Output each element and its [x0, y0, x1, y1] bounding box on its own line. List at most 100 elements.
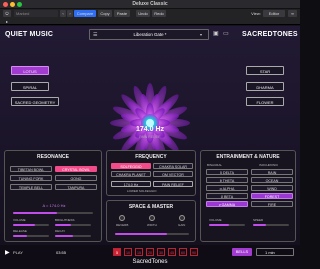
redo-button[interactable]: Redo [152, 10, 166, 17]
entrainment-title: ENTRAINMENT & NATURE [216, 154, 280, 160]
lower-solfeggio-label: LOWER SOLFEGGIO [127, 189, 157, 193]
hz-select[interactable]: 174.0 Hz [111, 181, 151, 187]
duration-5-button[interactable]: 5 [113, 248, 121, 256]
dharma-button[interactable]: DHARMA [246, 82, 284, 91]
ent-speed-slider[interactable] [253, 224, 289, 226]
master-slider[interactable] [115, 233, 189, 235]
preset-browser[interactable]: ☰ Liberation Gate * ▾ [89, 29, 209, 40]
side-chain-icon[interactable]: ▸ [3, 18, 11, 25]
ent-volume-label: VOLUME [209, 218, 222, 222]
power-button[interactable]: ⏻ [3, 10, 11, 17]
beta-button[interactable]: β BETA [206, 193, 248, 199]
decay-label: DECAY [55, 229, 66, 233]
compare-button[interactable]: Compare [74, 10, 96, 17]
duration-10-button[interactable]: 10 [124, 248, 132, 256]
decay-slider[interactable] [55, 235, 91, 237]
footer-bar: ▶ PLAY 03:55 5 10 15 20 30 45 60 90 BELL… [0, 245, 300, 269]
release-label: RELEASE [13, 229, 27, 233]
gain-label: GAIN [178, 223, 186, 227]
duration-15-button[interactable]: 15 [135, 248, 143, 256]
undo-button[interactable]: Undo [136, 10, 150, 17]
width-knob[interactable] [149, 215, 155, 221]
lotus-button[interactable]: LOTUS [11, 66, 49, 75]
ent-volume-slider[interactable] [209, 224, 245, 226]
save-icon[interactable]: ▣ [213, 30, 219, 37]
copy-button[interactable]: Copy [98, 10, 112, 17]
host-toolbar: ⏻ Marked ‹ › Compare Copy Paste Undo Red… [0, 9, 300, 25]
ent-speed-label: SPEED [253, 218, 264, 222]
ocean-button[interactable]: OCEAN [251, 177, 293, 183]
tuning-slider[interactable] [13, 212, 93, 214]
center-frequency: 174.0 Hz [135, 126, 165, 133]
sacred-geometry-button[interactable]: SACRED GEOMETRY [11, 97, 59, 106]
chakra-planet-button[interactable]: CHAKRA PLANET [111, 171, 151, 177]
reverb-label: REVERB [116, 223, 129, 227]
folder-icon[interactable]: ▭ [223, 30, 229, 37]
reverb-knob[interactable] [119, 215, 125, 221]
fire-button[interactable]: FIRE [251, 201, 293, 207]
chevron-down-icon[interactable]: ▾ [200, 32, 202, 37]
play-label[interactable]: PLAY [13, 250, 23, 255]
space-master-title: SPACE & MASTER [128, 204, 174, 210]
tuning-fork-button[interactable]: TUNING FORK [10, 175, 52, 181]
resonance-panel: RESONANCE TIBETAN BOWL CRYSTAL BOWL TUNI… [4, 150, 102, 242]
rain-button[interactable]: RAIN [251, 169, 293, 175]
theta-button[interactable]: θ THETA [206, 177, 248, 183]
duration-60-button[interactable]: 60 [179, 248, 187, 256]
binaural-tab[interactable]: BINAURAL [207, 163, 222, 167]
play-icon[interactable]: ▶ [5, 249, 10, 256]
forest-button[interactable]: FOREST [251, 193, 293, 199]
delta-button[interactable]: δ DELTA [206, 169, 248, 175]
view-label: View: [251, 11, 261, 16]
isochronic-tab[interactable]: ISOCHRONIC [259, 163, 278, 167]
hz-label-select[interactable]: PAIN RELIEF [153, 181, 193, 187]
temple-bell-button[interactable]: TEMPLE BELL [10, 184, 52, 190]
window-title: Deluxe Classic [132, 1, 168, 7]
frequency-panel: FREQUENCY SOLFEGGIO CHAKRA SOLAR CHAKRA … [106, 150, 196, 196]
solfeggio-button[interactable]: SOLFEGGIO [111, 163, 151, 169]
spiral-button[interactable]: SPIRAL [11, 82, 49, 91]
title-bar: Deluxe Classic [0, 0, 300, 9]
entrainment-panel: ENTRAINMENT & NATURE BINAURAL ISOCHRONIC… [200, 150, 296, 242]
duration-45-button[interactable]: 45 [168, 248, 176, 256]
gong-button[interactable]: GONG [55, 175, 97, 181]
alpha-button[interactable]: α ALPHA [206, 185, 248, 191]
tanpura-button[interactable]: TANPURA [55, 184, 97, 190]
duration-20-button[interactable]: 20 [146, 248, 154, 256]
duration-30-button[interactable]: 30 [157, 248, 165, 256]
bells-button[interactable]: BELLS [232, 248, 252, 256]
gain-knob[interactable] [179, 215, 185, 221]
footer-brand: SacredTones [132, 259, 168, 265]
release-slider[interactable] [13, 235, 49, 237]
frequency-title: FREQUENCY [135, 154, 167, 160]
chakra-solar-button[interactable]: CHAKRA SOLAR [153, 163, 193, 169]
link-icon[interactable]: ∞ [288, 10, 297, 17]
preset-select[interactable]: Marked [14, 10, 58, 17]
volume-slider[interactable] [13, 224, 49, 226]
center-subtitle: PAIN RELIEF [139, 135, 161, 139]
prev-preset-button[interactable]: ‹ [60, 10, 66, 17]
star-button[interactable]: STAR [246, 66, 284, 75]
wind-button[interactable]: WIND [251, 185, 293, 191]
next-preset-button[interactable]: › [67, 10, 73, 17]
space-master-panel: SPACE & MASTER REVERB WIDTH GAIN [106, 200, 196, 242]
brightness-slider[interactable] [55, 224, 91, 226]
brand-right: SACREDTONES [242, 31, 298, 38]
gamma-button[interactable]: γ GAMMA [206, 201, 248, 207]
bell-interval-select[interactable]: 1 min [256, 248, 294, 256]
tibetan-bowl-button[interactable]: TIBETAN BOWL [10, 166, 52, 172]
preset-name: Liberation Gate * [133, 32, 167, 37]
brightness-label: BRIGHTNESS [55, 218, 75, 222]
flower-button[interactable]: FLOWER [246, 97, 284, 106]
view-select[interactable]: Editor [263, 10, 285, 17]
volume-label: VOLUME [13, 218, 26, 222]
paste-button[interactable]: Paste [114, 10, 130, 17]
plugin-window: Deluxe Classic ⏻ Marked ‹ › Compare Copy… [0, 0, 300, 269]
duration-90-button[interactable]: 90 [190, 248, 198, 256]
resonance-title: RESONANCE [37, 154, 69, 160]
om-vector-button[interactable]: OM VECTOR [153, 171, 193, 177]
time-readout: 03:55 [56, 250, 67, 255]
width-label: WIDTH [147, 223, 157, 227]
crystal-bowl-button[interactable]: CRYSTAL BOWL [55, 166, 97, 172]
tuning-readout: A = 174.0 Hz [42, 203, 66, 208]
